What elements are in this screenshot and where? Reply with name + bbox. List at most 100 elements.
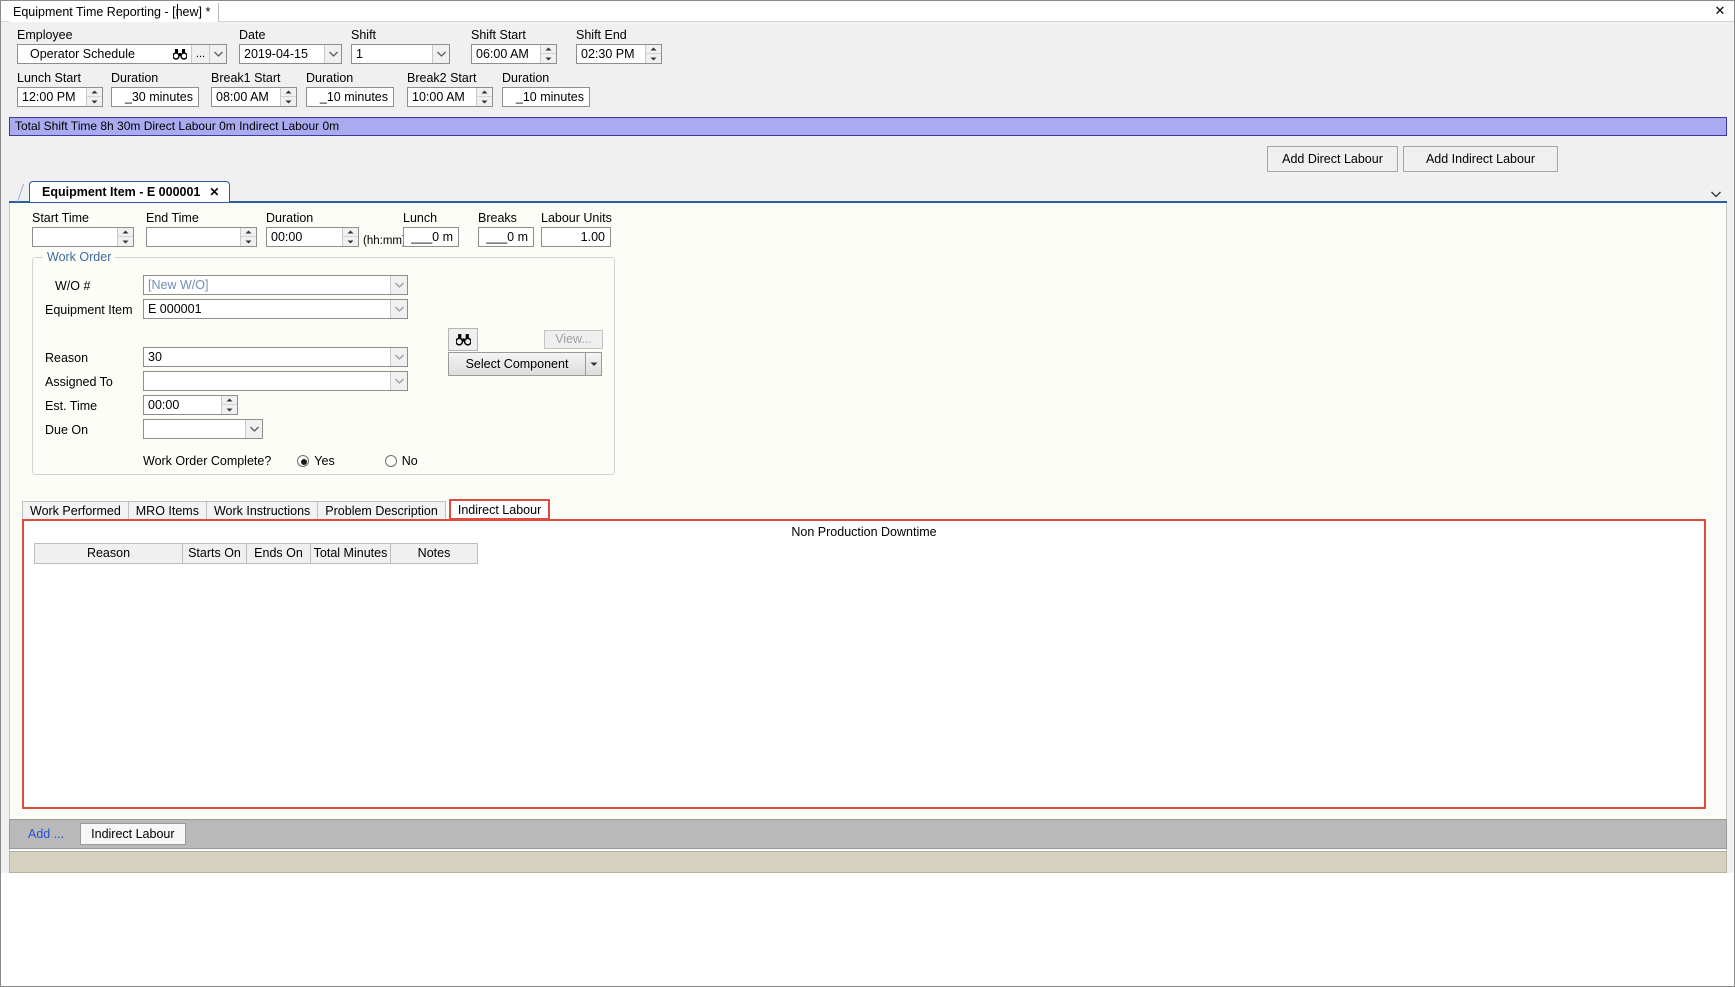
spinner-down-icon[interactable]	[541, 54, 556, 63]
binoculars-icon[interactable]	[169, 45, 191, 63]
spinner-down-icon[interactable]	[281, 97, 296, 106]
spinner-up-icon[interactable]	[118, 228, 133, 237]
lunch-minutes-value: ___0 m	[411, 230, 453, 244]
grid-column-starts-on[interactable]: Starts On	[182, 543, 246, 564]
shift-start-value: 06:00 AM	[476, 47, 529, 61]
grid-column-reason[interactable]: Reason	[34, 543, 182, 564]
spinner-up-icon[interactable]	[477, 88, 492, 97]
radio-yes-icon[interactable]	[297, 455, 310, 467]
chevron-down-icon[interactable]	[390, 372, 407, 390]
select-component-dropdown[interactable]	[586, 352, 602, 376]
labour-units-value: 1.00	[580, 230, 605, 244]
break2-duration-value: _10 minutes	[515, 90, 584, 104]
start-time-spinner[interactable]	[117, 228, 133, 246]
start-time-input[interactable]	[32, 227, 134, 247]
tab-problem-description[interactable]: Problem Description	[317, 501, 446, 520]
spinner-down-icon[interactable]	[477, 97, 492, 106]
work-order-search-button[interactable]	[448, 328, 478, 351]
employee-input[interactable]: Operator Schedule ...	[17, 44, 227, 64]
break1-start-value: 08:00 AM	[216, 90, 269, 104]
chevron-down-icon[interactable]	[324, 45, 341, 63]
indirect-labour-button[interactable]: Indirect Labour	[80, 823, 186, 845]
radio-no[interactable]: No	[384, 454, 418, 468]
add-indirect-labour-button[interactable]: Add Indirect Labour	[1403, 146, 1558, 172]
spinner-up-icon[interactable]	[241, 228, 256, 237]
spinner-up-icon[interactable]	[281, 88, 296, 97]
spinner-down-icon[interactable]	[241, 237, 256, 246]
spinner-down-icon[interactable]	[646, 54, 661, 63]
close-icon[interactable]: ✕	[209, 182, 219, 202]
add-direct-labour-button[interactable]: Add Direct Labour	[1267, 146, 1398, 172]
spinner-up-icon[interactable]	[541, 45, 556, 54]
tab-indirect-labour[interactable]: Indirect Labour	[448, 499, 551, 520]
lunch-start-input[interactable]: 12:00 PM	[17, 87, 103, 107]
tab-work-performed[interactable]: Work Performed	[22, 501, 129, 520]
date-label: Date	[239, 28, 266, 42]
break1-duration-input[interactable]: _10 minutes	[306, 87, 394, 107]
spinner-down-icon[interactable]	[222, 405, 237, 414]
equipment-item-input[interactable]: E 000001	[143, 299, 408, 319]
est-time-input[interactable]: 00:00	[143, 395, 238, 415]
duration-spinner[interactable]	[342, 228, 358, 246]
grid-column-total-minutes[interactable]: Total Minutes	[310, 543, 390, 564]
break1-start-input[interactable]: 08:00 AM	[211, 87, 297, 107]
grid-column-ends-on[interactable]: Ends On	[246, 543, 310, 564]
spinner-down-icon[interactable]	[343, 237, 358, 246]
shift-start-spinner[interactable]	[540, 45, 556, 63]
spinner-up-icon[interactable]	[343, 228, 358, 237]
break1-duration-value: _10 minutes	[319, 90, 388, 104]
chevron-down-icon[interactable]	[432, 45, 449, 63]
tab-equipment-item[interactable]: Equipment Item - E 000001 ✕	[29, 181, 231, 202]
work-order-complete-label: Work Order Complete?	[143, 454, 272, 468]
spinner-down-icon[interactable]	[87, 97, 102, 106]
spinner-up-icon[interactable]	[87, 88, 102, 97]
date-input[interactable]: 2019-04-15	[239, 44, 342, 64]
due-on-input[interactable]	[143, 419, 263, 439]
shift-end-label: Shift End	[576, 28, 627, 42]
spinner-down-icon[interactable]	[118, 237, 133, 246]
spinner-up-icon[interactable]	[646, 45, 661, 54]
break2-duration-input[interactable]: _10 minutes	[502, 87, 590, 107]
lunch-start-spinner[interactable]	[86, 88, 102, 106]
end-time-spinner[interactable]	[240, 228, 256, 246]
binoculars-icon	[455, 333, 471, 346]
wo-number-input[interactable]: [New W/O]	[143, 275, 408, 295]
breaks-minutes-value: ___0 m	[486, 230, 528, 244]
end-time-input[interactable]	[146, 227, 257, 247]
shift-input[interactable]: 1	[351, 44, 450, 64]
grid-column-notes[interactable]: Notes	[390, 543, 478, 564]
lunch-duration-input[interactable]: _30 minutes	[111, 87, 199, 107]
labour-units-input[interactable]: 1.00	[541, 227, 611, 247]
break2-start-input[interactable]: 10:00 AM	[407, 87, 493, 107]
employee-browse-button[interactable]: ...	[191, 45, 209, 63]
close-icon[interactable]: ✕	[1712, 3, 1728, 19]
shift-start-input[interactable]: 06:00 AM	[471, 44, 557, 64]
wo-number-label: W/O #	[55, 279, 91, 293]
select-component-button[interactable]: Select Component	[448, 352, 586, 376]
tab-work-instructions[interactable]: Work Instructions	[205, 501, 319, 520]
lunch-minutes-input[interactable]: ___0 m	[403, 227, 459, 247]
document-tab[interactable]: Equipment Time Reporting - [new] *	[9, 3, 220, 22]
duration-input[interactable]: 00:00	[266, 227, 359, 247]
chevron-down-icon[interactable]	[209, 45, 226, 63]
chevron-down-icon[interactable]	[390, 276, 407, 294]
break2-start-spinner[interactable]	[476, 88, 492, 106]
spinner-up-icon[interactable]	[222, 396, 237, 405]
chevron-down-icon[interactable]	[390, 348, 407, 366]
chevron-down-icon[interactable]	[1711, 187, 1721, 201]
tab-mro-items[interactable]: MRO Items	[127, 501, 207, 520]
shift-end-input[interactable]: 02:30 PM	[576, 44, 662, 64]
breaks-minutes-input[interactable]: ___0 m	[478, 227, 534, 247]
shift-end-spinner[interactable]	[645, 45, 661, 63]
assigned-to-input[interactable]	[143, 371, 408, 391]
reason-input[interactable]: 30	[143, 347, 408, 367]
shift-value: 1	[356, 47, 363, 61]
break1-start-spinner[interactable]	[280, 88, 296, 106]
est-time-spinner[interactable]	[221, 396, 237, 414]
chevron-down-icon[interactable]	[245, 420, 262, 438]
chevron-down-icon[interactable]	[390, 300, 407, 318]
add-link[interactable]: Add ...	[28, 827, 64, 841]
radio-no-icon[interactable]	[384, 455, 397, 467]
radio-yes[interactable]: Yes	[297, 454, 335, 468]
lunch-start-value: 12:00 PM	[22, 90, 76, 104]
